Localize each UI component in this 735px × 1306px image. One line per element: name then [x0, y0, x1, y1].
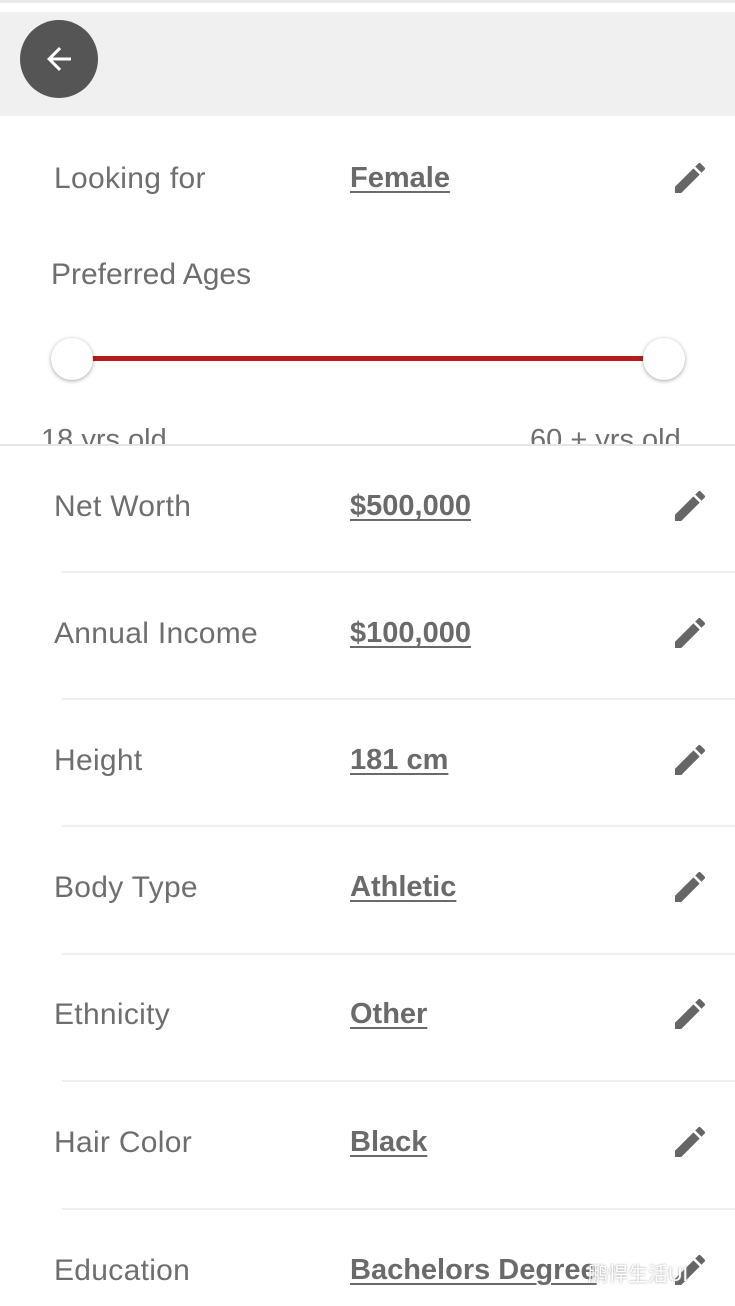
detail-label: Hair Color [54, 1126, 193, 1159]
detail-row: Annual Income $100,000 [0, 605, 735, 665]
age-range-track[interactable] [72, 356, 664, 361]
age-min-handle[interactable] [51, 338, 93, 380]
header-bar [0, 12, 735, 116]
row-divider [62, 953, 735, 955]
age-min-label: 18 yrs old [41, 424, 167, 444]
watermark: 鹏悍生活UI [588, 1264, 688, 1286]
detail-value[interactable]: Other [350, 998, 427, 1031]
age-labels: 18 yrs old 60 + yrs old [0, 420, 735, 444]
back-button[interactable] [20, 20, 98, 98]
row-divider [62, 1080, 735, 1082]
detail-row: Ethnicity Other [0, 986, 735, 1046]
row-divider [62, 825, 735, 827]
detail-label: Net Worth [54, 490, 192, 523]
detail-value[interactable]: $100,000 [350, 617, 471, 650]
pencil-icon[interactable] [670, 486, 710, 526]
looking-for-value[interactable]: Female [350, 162, 450, 195]
age-max-handle[interactable] [643, 338, 685, 380]
arrow-left-icon [47, 47, 71, 71]
pencil-icon[interactable] [670, 1122, 710, 1162]
pencil-icon[interactable] [670, 740, 710, 780]
detail-value[interactable]: Bachelors Degree [350, 1254, 597, 1287]
detail-row: Net Worth $500,000 [0, 478, 735, 538]
detail-label: Education [54, 1254, 191, 1287]
looking-for-row: Looking for Female [0, 150, 735, 210]
detail-label: Annual Income [54, 617, 259, 650]
detail-row: Body Type Athletic [0, 859, 735, 919]
section-divider [0, 444, 735, 446]
looking-for-label: Looking for [54, 162, 206, 195]
top-line [0, 0, 735, 3]
detail-value[interactable]: Athletic [350, 871, 456, 904]
detail-value[interactable]: $500,000 [350, 490, 471, 523]
pencil-icon[interactable] [670, 867, 710, 907]
detail-row: Height 181 cm [0, 732, 735, 792]
pencil-icon[interactable] [670, 158, 710, 198]
detail-label: Height [54, 744, 143, 777]
pencil-icon[interactable] [670, 613, 710, 653]
detail-value[interactable]: Black [350, 1126, 427, 1159]
detail-value[interactable]: 181 cm [350, 744, 448, 777]
row-divider [62, 1208, 735, 1210]
preferred-ages-title: Preferred Ages [51, 258, 252, 291]
row-divider [62, 698, 735, 700]
row-divider [62, 571, 735, 573]
detail-label: Ethnicity [54, 998, 171, 1031]
detail-row: Hair Color Black [0, 1114, 735, 1174]
age-max-label: 60 + yrs old [530, 424, 681, 444]
detail-label: Body Type [54, 871, 198, 904]
pencil-icon[interactable] [670, 994, 710, 1034]
